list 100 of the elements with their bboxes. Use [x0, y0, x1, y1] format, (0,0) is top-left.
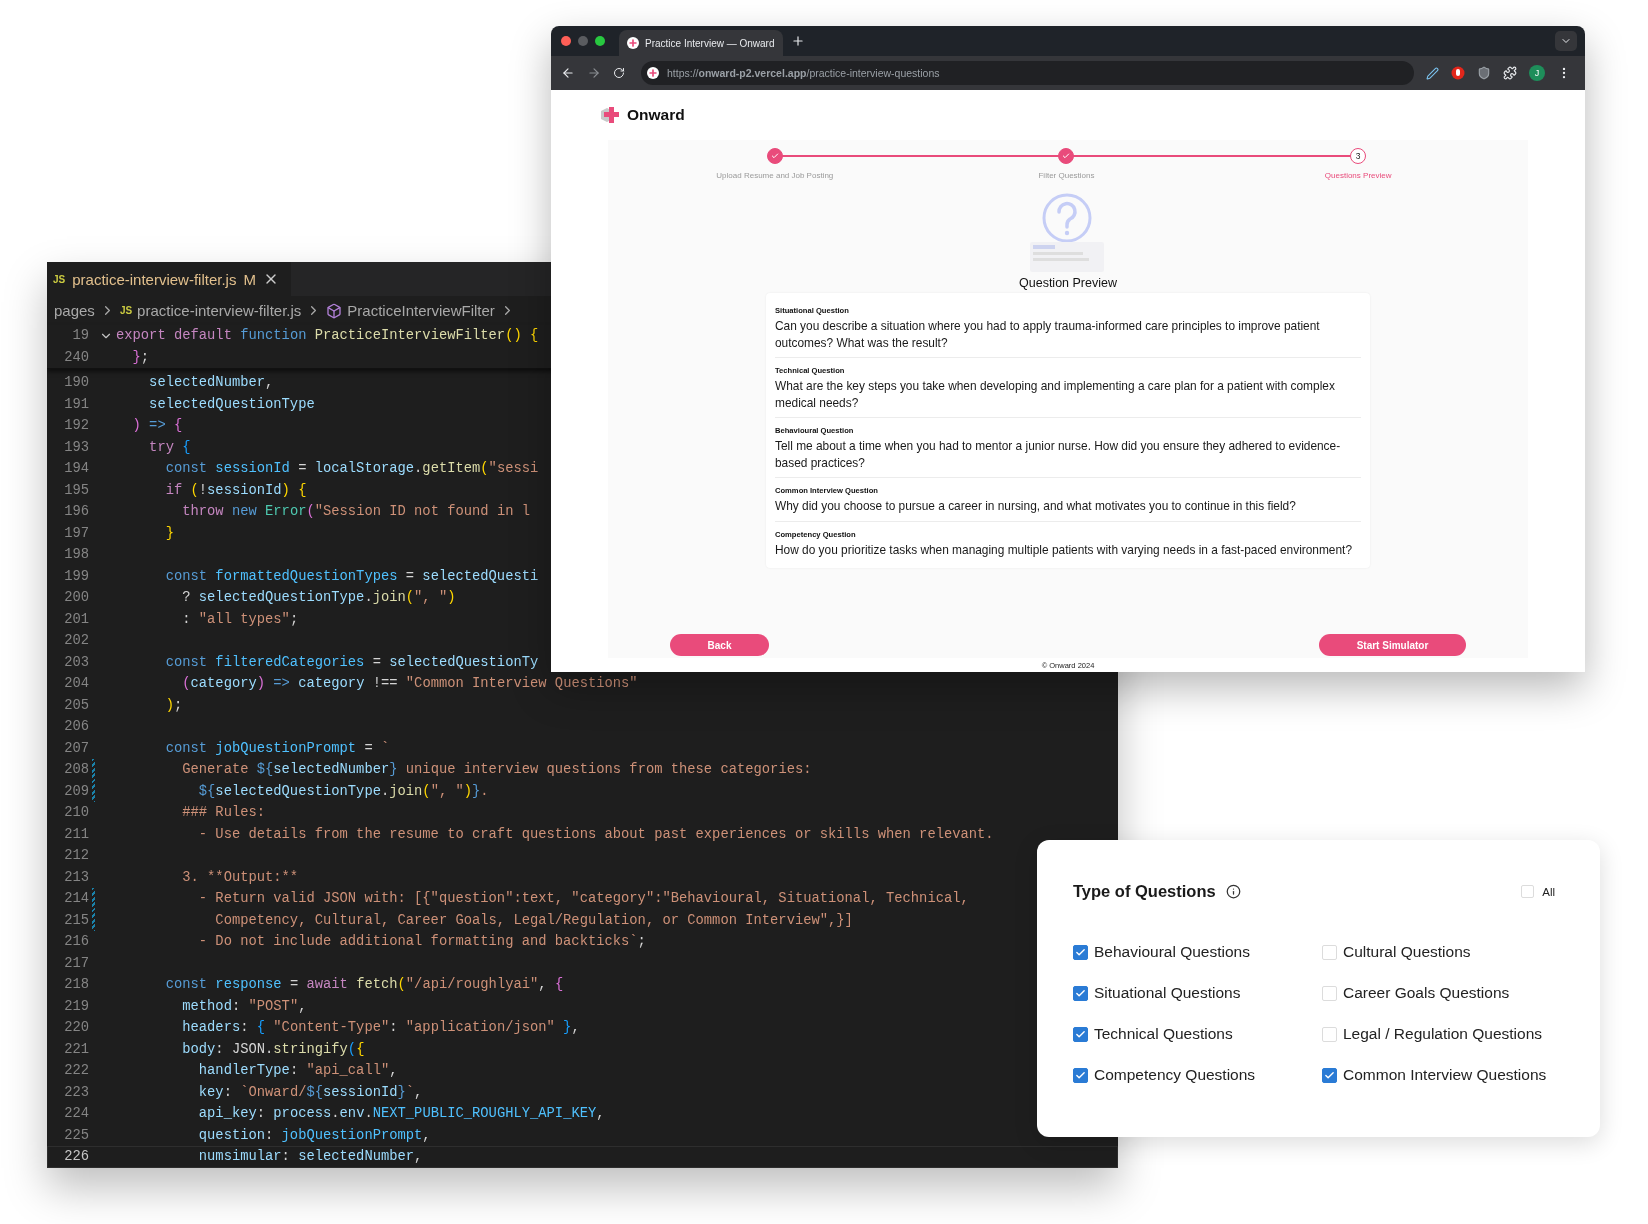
question-text: Why did you choose to pursue a career in nursing, and what motivates you to continue in this field? — [775, 498, 1297, 515]
code-line: api_key: process.env.NEXT_PUBLIC_ROUGHLY_API_KEY, — [197, 1106, 605, 1122]
forward-icon[interactable] — [587, 66, 601, 80]
section-title: Question Preview — [1019, 276, 1117, 290]
line-number: 204 — [63, 676, 89, 692]
code-line: export default function PracticeInterviewFilter() { — [116, 328, 539, 344]
line-number: 196 — [63, 504, 89, 520]
check-icon — [1075, 1028, 1086, 1040]
line-number: 208 — [63, 762, 89, 778]
step-label: Questions Preview — [1324, 171, 1392, 180]
line-number: 199 — [63, 568, 89, 584]
code-line: const formattedQuestionTypes = selectedQuesti — [164, 568, 539, 584]
code-line: - Use details from the resume to craft questions about past experiences or skills when relevant. — [197, 826, 994, 842]
code-line: if (!sessionId) { — [164, 482, 307, 498]
browser-tab[interactable]: Practice Interview — Onward — [619, 30, 783, 56]
line-number: 223 — [63, 1084, 89, 1100]
code-line: ### Rules: — [181, 805, 266, 821]
file-tab[interactable]: JS practice-interview-filter.js M — [47, 262, 291, 296]
line-number: 209 — [63, 783, 89, 799]
line-number: 218 — [63, 977, 89, 993]
js-file-icon: JS — [119, 305, 133, 316]
code-line: - Return valid JSON with: [{"question":text, "category":"Behavioural, Situational, Technical, — [197, 891, 969, 907]
line-number: 193 — [63, 439, 89, 455]
checkbox[interactable] — [1073, 985, 1088, 1001]
checkbox-label: Cultural Questions — [1343, 943, 1471, 961]
question-text: Can you describe a situation where you had to apply trauma-informed care principles to improve patient outcomes? What was the result? — [775, 318, 1321, 351]
checkbox-label: Legal / Regulation Questions — [1343, 1025, 1543, 1043]
line-number: 215 — [63, 912, 89, 928]
tab-menu-button[interactable] — [1555, 31, 1577, 51]
code-line: body: JSON.stringify({ — [181, 1041, 365, 1057]
checkbox[interactable] — [1073, 1026, 1088, 1042]
new-tab-icon[interactable] — [791, 34, 805, 48]
line-number: 192 — [63, 418, 89, 434]
line-number: 216 — [63, 934, 89, 950]
step-label: Filter Questions — [1038, 171, 1095, 180]
close-window-icon[interactable] — [561, 36, 571, 46]
cross-favicon-icon — [627, 37, 639, 49]
line-number: 211 — [63, 826, 89, 842]
line-number: 225 — [63, 1127, 89, 1143]
breadcrumb-item[interactable]: practice-interview-filter.js — [137, 302, 302, 319]
check-icon — [1075, 987, 1086, 999]
checkbox[interactable] — [1073, 944, 1088, 960]
check-icon — [1075, 1069, 1086, 1081]
line-number: 205 — [63, 697, 89, 713]
code-line: const sessionId = localStorage.getItem("sessi — [164, 461, 539, 477]
checkbox[interactable] — [1073, 1067, 1088, 1083]
checkbox-label: Situational Questions — [1094, 984, 1241, 1002]
extension-icon[interactable] — [1451, 66, 1465, 80]
profile-avatar[interactable]: J — [1529, 65, 1545, 81]
cross-logo-icon — [599, 105, 621, 125]
breadcrumb-item[interactable]: PracticeInterviewFilter — [347, 302, 495, 319]
code-line: - Do not include additional formatting and backticks`; — [197, 934, 646, 950]
address-bar[interactable]: https://onward-p2.vercel.app/practice-interview-questions — [641, 61, 1414, 85]
checkbox-label: Behavioural Questions — [1094, 943, 1250, 961]
start-simulator-button[interactable]: Start Simulator — [1319, 634, 1466, 656]
code-line: key: `Onward/${sessionId}`, — [197, 1084, 423, 1100]
code-line: selectedNumber, — [148, 375, 274, 391]
code-line: method: "POST", — [181, 998, 307, 1014]
code-line: : "all types"; — [181, 611, 299, 627]
line-number: 202 — [63, 633, 89, 649]
code-line: ? selectedQuestionType.join(", ") — [181, 590, 456, 606]
code-line: question: jobQuestionPrompt, — [197, 1127, 431, 1143]
step-label: Upload Resume and Job Posting — [716, 171, 834, 180]
line-number: 221 — [63, 1041, 89, 1057]
line-number: 217 — [63, 955, 89, 971]
question-text: What are the key steps you take when developing and implementing a care plan for a patient with complex medical needs? — [775, 378, 1336, 411]
pen-icon[interactable] — [1426, 66, 1439, 80]
checkbox[interactable] — [1322, 1067, 1337, 1083]
extensions-icon[interactable] — [1503, 66, 1517, 80]
code-line: numsimular: selectedNumber, — [197, 1149, 423, 1165]
checkbox-label: Career Goals Questions — [1343, 984, 1510, 1002]
line-number: 19 — [71, 328, 89, 344]
code-line: } — [164, 525, 174, 541]
code-line: const response = await fetch("/api/roughlyai", { — [164, 977, 564, 993]
step-marker: 3 — [1350, 148, 1367, 164]
minimize-window-icon[interactable] — [578, 36, 588, 46]
checkbox-label: All — [1542, 885, 1555, 898]
line-number: 195 — [63, 482, 89, 498]
back-button[interactable]: Back — [670, 634, 769, 656]
code-line: }; — [131, 349, 150, 365]
line-number: 240 — [63, 349, 89, 365]
code-line: selectedQuestionType — [148, 396, 315, 412]
reload-icon[interactable] — [613, 67, 625, 79]
back-icon[interactable] — [561, 66, 575, 80]
code-line: throw new Error("Session ID not found in l — [181, 504, 530, 520]
zoom-window-icon[interactable] — [595, 36, 605, 46]
line-number: 219 — [63, 998, 89, 1014]
line-number: 191 — [63, 396, 89, 412]
code-line: Generate ${selectedNumber} unique interview questions from these categories: — [181, 762, 812, 778]
shield-icon[interactable] — [1477, 66, 1491, 80]
line-number: 222 — [63, 1063, 89, 1079]
line-number: 224 — [63, 1106, 89, 1122]
line-number: 190 — [63, 375, 89, 391]
question-text: How do you prioritize tasks when managing multiple patients with varying needs in a fast-paced environment? — [775, 541, 1353, 558]
code-line: ) => { — [131, 418, 183, 434]
line-number: 206 — [63, 719, 89, 735]
breadcrumb-item[interactable]: pages — [54, 302, 95, 319]
code-line: 3. **Output:** — [181, 869, 299, 885]
info-icon[interactable] — [1225, 884, 1241, 899]
line-number: 194 — [63, 461, 89, 477]
